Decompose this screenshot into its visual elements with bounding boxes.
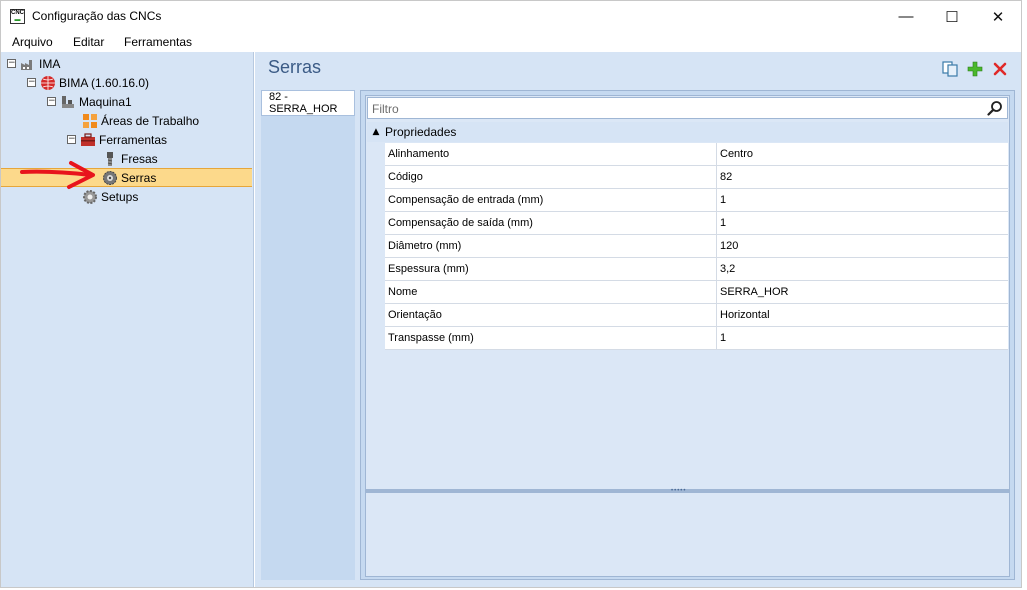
list-scroll-arrows[interactable]: ▲▼ bbox=[310, 587, 318, 588]
close-button[interactable]: ✕ bbox=[975, 1, 1021, 32]
tree-label: Setups bbox=[101, 189, 139, 204]
copy-button[interactable] bbox=[941, 60, 959, 78]
menu-bar: Arquivo Editar Ferramentas bbox=[1, 32, 1021, 52]
tree-node-ferramentas[interactable]: − Ferramentas bbox=[67, 130, 167, 149]
gear-icon bbox=[83, 189, 97, 204]
toolbox-icon bbox=[81, 132, 95, 146]
tree-panel: − IMA − BIMA (1.60.16.0) − Maquina1 Área… bbox=[1, 52, 254, 587]
table-row[interactable]: Código 82 bbox=[385, 166, 1008, 189]
property-value[interactable]: 82 bbox=[720, 171, 732, 183]
property-name: Transpasse (mm) bbox=[388, 332, 474, 344]
tree-label: BIMA (1.60.16.0) bbox=[59, 75, 150, 90]
tree-node-bima[interactable]: − BIMA (1.60.16.0) bbox=[27, 73, 149, 92]
table-row[interactable]: Orientação Horizontal bbox=[385, 304, 1008, 327]
factory-icon bbox=[21, 59, 32, 70]
page-title: Serras bbox=[268, 57, 322, 77]
property-grid-container: ▲ Propriedades Alinhamento Centro Código 8… bbox=[365, 95, 1010, 577]
tree-label: Maquina1 bbox=[79, 94, 132, 109]
title-bar: CNC ▬ Configuração das CNCs — ☐ ✕ bbox=[1, 1, 1021, 32]
property-name: Compensação de entrada (mm) bbox=[388, 194, 544, 206]
tree-label: Serras bbox=[121, 170, 157, 185]
property-name: Compensação de saída (mm) bbox=[388, 217, 533, 229]
property-name: Orientação bbox=[388, 309, 442, 321]
table-row[interactable]: Espessura (mm) 3,2 bbox=[385, 258, 1008, 281]
delete-button[interactable] bbox=[991, 60, 1009, 78]
property-name: Espessura (mm) bbox=[388, 263, 469, 275]
collapse-toggle[interactable]: − bbox=[7, 59, 16, 68]
tree-label: Fresas bbox=[121, 151, 158, 166]
saw-blade-icon bbox=[103, 170, 117, 185]
chevron-up-icon[interactable]: ▲ bbox=[367, 127, 385, 137]
copy-icon bbox=[942, 61, 958, 77]
window-title: Configuração das CNCs bbox=[32, 9, 162, 23]
table-row[interactable]: Compensação de entrada (mm) 1 bbox=[385, 189, 1008, 212]
collapse-toggle[interactable]: − bbox=[47, 97, 56, 106]
tree-node-ima[interactable]: − IMA bbox=[7, 54, 60, 73]
menu-ferramentas[interactable]: Ferramentas bbox=[124, 35, 192, 49]
property-value[interactable]: 1 bbox=[720, 332, 726, 344]
property-value[interactable]: Horizontal bbox=[720, 309, 770, 321]
mill-bit-icon bbox=[107, 151, 113, 166]
machine-icon bbox=[62, 95, 74, 108]
plus-icon bbox=[967, 61, 983, 77]
property-value[interactable]: 3,2 bbox=[720, 263, 735, 275]
tree-label: Áreas de Trabalho bbox=[101, 113, 200, 128]
properties-category[interactable]: ▲ Propriedades bbox=[367, 122, 1008, 142]
red-arrow-annotation bbox=[20, 161, 95, 189]
collapse-toggle[interactable]: − bbox=[67, 135, 76, 144]
property-name: Diâmetro (mm) bbox=[388, 240, 462, 252]
property-value[interactable]: 1 bbox=[720, 217, 726, 229]
tree-label: Ferramentas bbox=[99, 132, 168, 147]
grid-icon bbox=[83, 113, 97, 128]
table-row[interactable]: Compensação de saída (mm) 1 bbox=[385, 212, 1008, 235]
property-value[interactable]: Centro bbox=[720, 148, 753, 160]
tree-label: IMA bbox=[39, 56, 61, 71]
property-name: Alinhamento bbox=[388, 148, 450, 160]
saw-list: 82 - SERRA_HOR ▲▼ bbox=[261, 90, 355, 580]
maximize-button[interactable]: ☐ bbox=[929, 1, 975, 32]
menu-editar[interactable]: Editar bbox=[73, 35, 104, 49]
app-icon: CNC ▬ bbox=[10, 9, 25, 24]
minimize-button[interactable]: — bbox=[883, 1, 929, 32]
property-panel: ▲ Propriedades Alinhamento Centro Código 8… bbox=[360, 90, 1015, 580]
add-button[interactable] bbox=[966, 60, 984, 78]
table-row[interactable]: Transpasse (mm) 1 bbox=[385, 327, 1008, 350]
table-row[interactable]: Diâmetro (mm) 120 bbox=[385, 235, 1008, 258]
property-value[interactable]: 1 bbox=[720, 194, 726, 206]
app-window: CNC ▬ Configuração das CNCs — ☐ ✕ Arquivo… bbox=[0, 0, 1022, 588]
search-icon[interactable] bbox=[987, 100, 1003, 116]
property-value[interactable]: SERRA_HOR bbox=[720, 286, 788, 298]
tree-node-serras[interactable]: Serras bbox=[102, 168, 156, 187]
tree-node-fresas[interactable]: Fresas bbox=[102, 149, 158, 168]
header-toolbar bbox=[941, 60, 1009, 78]
category-label: Propriedades bbox=[385, 125, 457, 139]
delete-x-icon bbox=[993, 62, 1007, 76]
globe-icon bbox=[41, 75, 55, 90]
description-area bbox=[366, 493, 1009, 576]
filter-box bbox=[367, 97, 1008, 119]
collapse-toggle[interactable]: − bbox=[27, 78, 36, 87]
properties-grid: Alinhamento Centro Código 82 Compensação d… bbox=[385, 143, 1008, 350]
main-panel: Serras 82 - SERRA_HOR ▲▼ bbox=[255, 52, 1021, 587]
list-item[interactable]: 82 - SERRA_HOR bbox=[261, 90, 355, 116]
tree-node-areas-de-trabalho[interactable]: Áreas de Trabalho bbox=[82, 111, 199, 130]
tree-node-maquina1[interactable]: − Maquina1 bbox=[47, 92, 132, 111]
table-row[interactable]: Alinhamento Centro bbox=[385, 143, 1008, 166]
filter-input[interactable] bbox=[370, 100, 984, 118]
table-row[interactable]: Nome SERRA_HOR bbox=[385, 281, 1008, 304]
menu-arquivo[interactable]: Arquivo bbox=[12, 35, 53, 49]
property-name: Nome bbox=[388, 286, 418, 298]
property-name: Código bbox=[388, 171, 423, 183]
property-value[interactable]: 120 bbox=[720, 240, 738, 252]
